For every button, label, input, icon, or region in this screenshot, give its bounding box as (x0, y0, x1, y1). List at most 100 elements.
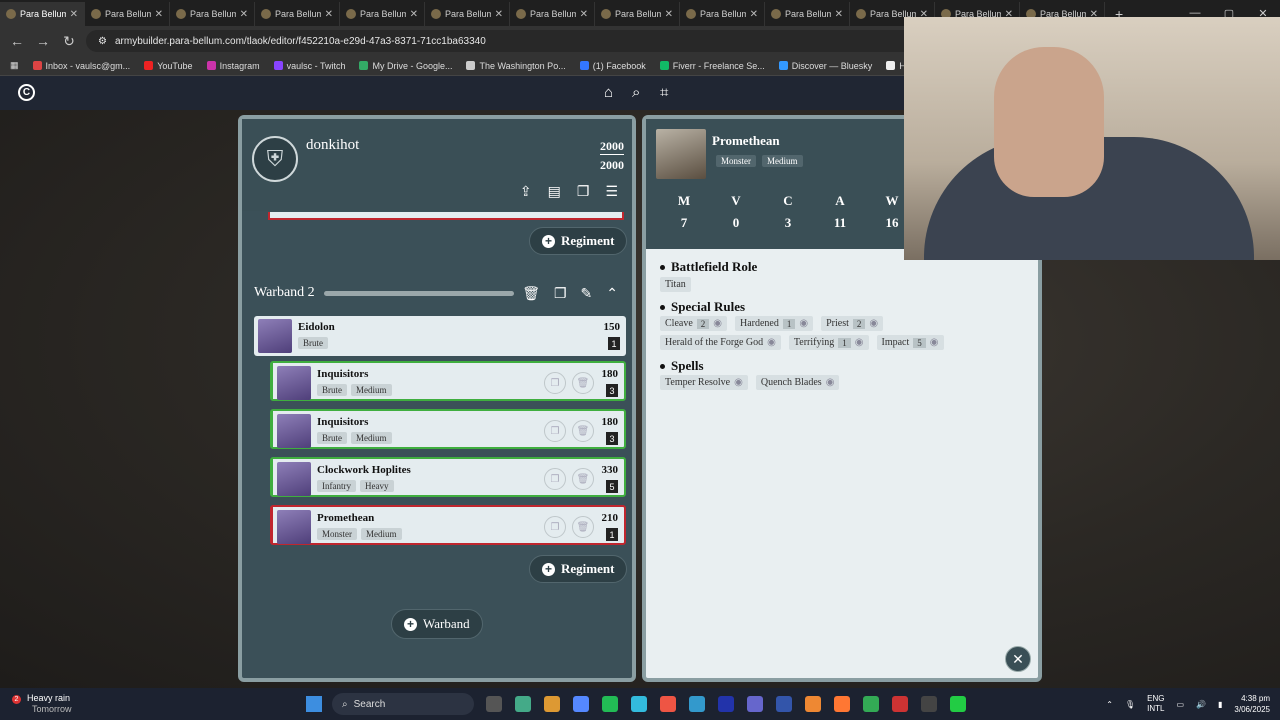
reload-icon[interactable]: ↻ (60, 33, 78, 50)
bookmark-item[interactable]: Inbox - vaulsc@gm... (32, 61, 130, 71)
close-tab-icon[interactable]: ✕ (750, 9, 758, 20)
browser-tab[interactable]: Para Bellum ✕ (765, 2, 850, 26)
app-icon[interactable] (950, 696, 966, 712)
browser-tab[interactable]: Para Bellum ✕ (0, 2, 85, 26)
lightroom-icon[interactable] (718, 696, 734, 712)
add-warband-button[interactable]: + Warband (391, 609, 483, 639)
eye-icon[interactable]: ◉ (930, 337, 939, 348)
close-tab-icon[interactable]: ✕ (665, 9, 673, 20)
eye-icon[interactable]: ◉ (713, 318, 722, 329)
apps-icon[interactable]: ▦ (10, 60, 19, 71)
close-tab-icon[interactable]: ✕ (495, 9, 503, 20)
close-tab-icon[interactable]: ✕ (240, 9, 248, 20)
rule-chip[interactable]: Priest 2 ◉ (821, 316, 884, 331)
bookmark-item[interactable]: My Drive - Google... (359, 61, 452, 71)
language-indicator[interactable]: ENG INTL (1147, 694, 1164, 714)
app-logo[interactable]: C (18, 84, 35, 101)
unit-card[interactable]: Clockwork Hoplites Infantry Heavy 330 5 ❐ 🗑 (270, 457, 626, 497)
app-icon[interactable] (660, 696, 676, 712)
eye-icon[interactable]: ◉ (734, 377, 743, 388)
browser-tab[interactable]: Para Bellum ✕ (340, 2, 425, 26)
mic-icon[interactable]: 🎙 (1125, 700, 1135, 709)
photoshop-icon[interactable] (776, 696, 792, 712)
delete-icon[interactable]: 🗑 (522, 285, 540, 302)
browser-tab[interactable]: Para Bellum ✕ (170, 2, 255, 26)
share-icon[interactable]: ⇪ (520, 183, 532, 200)
browser-tab[interactable]: Para Bellum ✕ (680, 2, 765, 26)
bookmark-item[interactable]: vaulsc - Twitch (273, 61, 345, 71)
clock[interactable]: 4:38 pm 3/06/2025 (1234, 693, 1270, 715)
browser-tab[interactable]: Para Bellum ✕ (425, 2, 510, 26)
spell-chip[interactable]: Temper Resolve ◉ (660, 375, 748, 390)
close-detail-button[interactable]: ✕ (1005, 646, 1031, 672)
home-icon[interactable]: ⌂ (604, 84, 613, 101)
start-icon[interactable] (306, 696, 322, 712)
network-icon[interactable]: ▭ (1176, 700, 1184, 709)
bookmark-item[interactable]: Fiverr - Freelance Se... (659, 61, 765, 71)
app-icon[interactable] (892, 696, 908, 712)
close-tab-icon[interactable]: ✕ (70, 9, 78, 20)
chrome-icon[interactable] (631, 696, 647, 712)
add-regiment-button-2[interactable]: + Regiment (529, 555, 628, 583)
edit-icon[interactable]: ✎ (581, 285, 593, 302)
chevron-up-icon[interactable]: ⌃ (1106, 700, 1113, 709)
premiere-icon[interactable] (747, 696, 763, 712)
bookmark-item[interactable]: The Washington Po... (466, 61, 566, 71)
bookmark-item[interactable]: Discover — Bluesky (778, 61, 872, 71)
close-tab-icon[interactable]: ✕ (155, 9, 163, 20)
close-tab-icon[interactable]: ✕ (325, 9, 333, 20)
site-info-icon[interactable]: ⚙ (98, 36, 107, 47)
bookmark-item[interactable]: (1) Facebook (579, 61, 646, 71)
delete-icon[interactable]: 🗑 (572, 516, 594, 538)
rule-chip[interactable]: Cleave 2 ◉ (660, 316, 727, 331)
browser-tab[interactable]: Para Bellum ✕ (595, 2, 680, 26)
unit-card[interactable]: Promethean Monster Medium 210 1 ❐ 🗑 (270, 505, 626, 545)
close-tab-icon[interactable]: ✕ (410, 9, 418, 20)
eye-icon[interactable]: ◉ (799, 318, 808, 329)
rule-chip[interactable]: Hardened 1 ◉ (735, 316, 814, 331)
browser-tab[interactable]: Para Bellum ✕ (85, 2, 170, 26)
vlc-icon[interactable] (834, 696, 850, 712)
copy-icon[interactable]: ❐ (544, 516, 566, 538)
steam-icon[interactable] (602, 696, 618, 712)
book-icon[interactable]: ❐ (577, 183, 590, 200)
terminal-icon[interactable] (921, 696, 937, 712)
unit-card[interactable]: Inquisitors Brute Medium 180 3 ❐ 🗑 (270, 361, 626, 401)
browser-tab[interactable]: Para Bellum ✕ (255, 2, 340, 26)
bookmark-item[interactable]: YouTube (144, 61, 193, 71)
copy-icon[interactable]: ❐ (544, 420, 566, 442)
delete-icon[interactable]: 🗑 (572, 468, 594, 490)
close-tab-icon[interactable]: ✕ (580, 9, 588, 20)
task-view-icon[interactable] (486, 696, 502, 712)
eye-icon[interactable]: ◉ (826, 377, 835, 388)
taskbar-search[interactable]: ⌕ Search (332, 693, 474, 715)
collapse-icon[interactable]: ⌃ (606, 285, 618, 302)
copilot-icon[interactable] (515, 696, 531, 712)
eye-icon[interactable]: ◉ (855, 337, 864, 348)
delete-icon[interactable]: 🗑 (572, 372, 594, 394)
file-explorer-icon[interactable] (544, 696, 560, 712)
bookmark-item[interactable]: Instagram (206, 61, 260, 71)
browser-tab[interactable]: Para Bellum ✕ (510, 2, 595, 26)
app-icon[interactable] (689, 696, 705, 712)
copy-icon[interactable]: ❐ (544, 468, 566, 490)
app-icon[interactable] (863, 696, 879, 712)
delete-icon[interactable]: 🗑 (572, 420, 594, 442)
close-tab-icon[interactable]: ✕ (835, 9, 843, 20)
rule-chip[interactable]: Terrifying 1 ◉ (788, 335, 869, 350)
volume-icon[interactable]: 🔊 (1196, 700, 1206, 709)
scan-icon[interactable]: ⌗ (660, 84, 668, 101)
search-icon[interactable]: ⌕ (632, 84, 640, 101)
unit-card[interactable]: Inquisitors Brute Medium 180 3 ❐ 🗑 (270, 409, 626, 449)
back-icon[interactable]: ← (8, 33, 26, 49)
eye-icon[interactable]: ◉ (869, 318, 878, 329)
add-regiment-button[interactable]: + Regiment (529, 227, 628, 255)
eye-icon[interactable]: ◉ (767, 337, 776, 348)
forward-icon[interactable]: → (34, 33, 52, 49)
battery-icon[interactable]: ▮ (1218, 700, 1222, 709)
blender-icon[interactable] (805, 696, 821, 712)
unit-card[interactable]: Eidolon Brute 150 1 (254, 316, 626, 356)
weather-widget[interactable]: 2 Heavy rain Tomorrow (12, 693, 72, 715)
rule-chip[interactable]: Herald of the Forge God ◉ (660, 335, 781, 350)
rule-chip[interactable]: Impact 5 ◉ (876, 335, 944, 350)
